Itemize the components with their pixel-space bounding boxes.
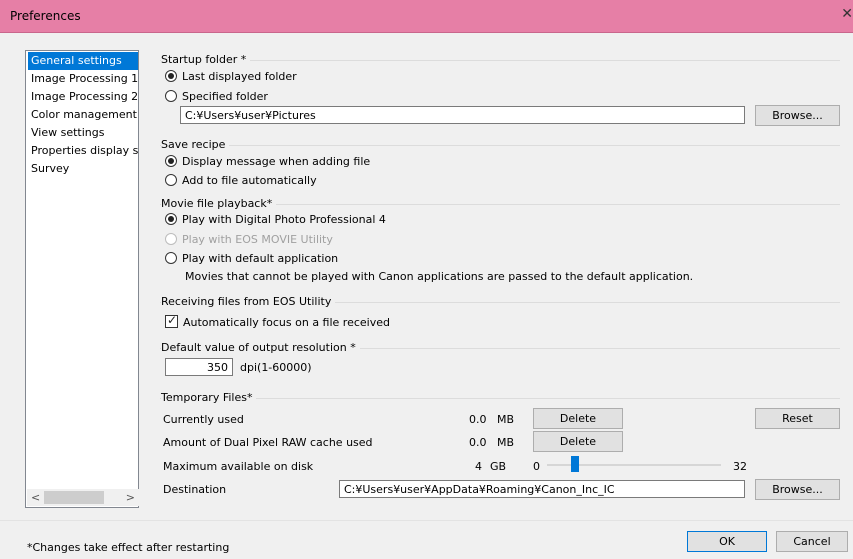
checkbox-checked-icon <box>165 313 178 328</box>
radio-label: Specified folder <box>182 90 268 103</box>
scroll-right-icon[interactable]: > <box>126 491 135 504</box>
close-icon[interactable]: ✕ <box>841 6 853 22</box>
category-list[interactable]: General settings Image Processing 1 Imag… <box>25 50 139 508</box>
delete-dual-pixel-button[interactable]: Delete <box>533 431 623 452</box>
radio-label: Play with EOS MOVIE Utility <box>182 233 333 246</box>
slider-max-label: 32 <box>733 460 747 473</box>
reset-button[interactable]: Reset <box>755 408 840 429</box>
dual-pixel-value: 0.0 <box>469 436 487 449</box>
radio-last-displayed-folder[interactable]: Last displayed folder <box>165 70 297 83</box>
horizontal-scrollbar[interactable]: < > <box>27 489 139 506</box>
startup-folder-heading: Startup folder * <box>161 53 251 66</box>
slider-min-label: 0 <box>533 460 540 473</box>
destination-browse-button[interactable]: Browse... <box>755 479 840 500</box>
sidebar-item-image-processing-1[interactable]: Image Processing 1 <box>28 70 138 88</box>
delete-temp-button[interactable]: Delete <box>533 408 623 429</box>
movie-playback-note: Movies that cannot be played with Canon … <box>185 270 694 283</box>
title-bar: Preferences ✕ <box>0 0 853 33</box>
dual-pixel-unit: MB <box>497 436 515 449</box>
radio-label: Play with Digital Photo Professional 4 <box>182 213 386 226</box>
startup-browse-button[interactable]: Browse... <box>755 105 840 126</box>
auto-focus-checkbox[interactable]: Automatically focus on a file received <box>165 313 390 329</box>
receiving-files-heading: Receiving files from EOS Utility <box>161 295 336 308</box>
max-disk-value: 4 <box>475 460 482 473</box>
output-resolution-heading: Default value of output resolution * <box>161 341 360 354</box>
save-recipe-heading: Save recipe <box>161 138 230 151</box>
radio-play-dpp[interactable]: Play with Digital Photo Professional 4 <box>165 213 386 226</box>
radio-play-eos-movie: Play with EOS MOVIE Utility <box>165 233 333 246</box>
max-disk-slider-thumb[interactable] <box>570 456 579 472</box>
sidebar-item-properties-display[interactable]: Properties display sett <box>28 142 138 160</box>
radio-display-message[interactable]: Display message when adding file <box>165 155 370 168</box>
radio-off-icon <box>165 233 177 245</box>
radio-label: Add to file automatically <box>182 174 317 187</box>
max-disk-label: Maximum available on disk <box>163 460 314 473</box>
dual-pixel-label: Amount of Dual Pixel RAW cache used <box>163 436 373 449</box>
scroll-left-icon[interactable]: < <box>31 491 40 504</box>
output-resolution-input[interactable]: 350 <box>165 358 233 376</box>
max-disk-unit: GB <box>490 460 507 473</box>
radio-off-icon <box>165 252 177 264</box>
radio-play-default[interactable]: Play with default application <box>165 252 338 265</box>
cancel-button[interactable]: Cancel <box>776 531 848 552</box>
footer-divider <box>0 520 853 521</box>
movie-playback-heading: Movie file playback* <box>161 197 277 210</box>
radio-label: Play with default application <box>182 252 339 265</box>
group-divider <box>160 398 840 399</box>
output-resolution-unit: dpi(1-60000) <box>240 361 312 374</box>
checkbox-label: Automatically focus on a file received <box>183 316 390 329</box>
currently-used-unit: MB <box>497 413 515 426</box>
destination-label: Destination <box>163 483 227 496</box>
window-title: Preferences <box>10 9 81 23</box>
radio-label: Display message when adding file <box>182 155 371 168</box>
radio-label: Last displayed folder <box>182 70 297 83</box>
sidebar-item-color-management[interactable]: Color management <box>28 106 138 124</box>
radio-off-icon <box>165 174 177 186</box>
radio-on-icon <box>165 213 177 225</box>
destination-path-input[interactable]: C:¥Users¥user¥AppData¥Roaming¥Canon_Inc_… <box>339 480 745 498</box>
radio-on-icon <box>165 70 177 82</box>
sidebar-item-general-settings[interactable]: General settings <box>28 52 138 70</box>
group-divider <box>160 60 840 61</box>
radio-add-automatically[interactable]: Add to file automatically <box>165 174 317 187</box>
restart-note: *Changes take effect after restarting <box>27 541 230 554</box>
sidebar-item-view-settings[interactable]: View settings <box>28 124 138 142</box>
currently-used-label: Currently used <box>163 413 244 426</box>
ok-button[interactable]: OK <box>687 531 767 552</box>
group-divider <box>160 145 840 146</box>
startup-folder-path-input[interactable]: C:¥Users¥user¥Pictures <box>180 106 745 124</box>
radio-specified-folder[interactable]: Specified folder <box>165 90 268 103</box>
temporary-files-heading: Temporary Files* <box>161 391 257 404</box>
radio-off-icon <box>165 90 177 102</box>
sidebar-item-image-processing-2[interactable]: Image Processing 2 <box>28 88 138 106</box>
scroll-thumb[interactable] <box>44 491 104 504</box>
sidebar-item-survey[interactable]: Survey <box>28 160 138 178</box>
currently-used-value: 0.0 <box>469 413 487 426</box>
radio-on-icon <box>165 155 177 167</box>
